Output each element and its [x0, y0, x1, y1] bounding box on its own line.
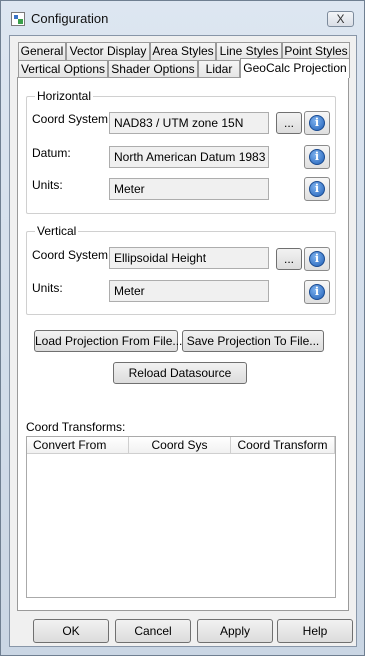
horizontal-units-label: Units: — [32, 178, 63, 192]
vertical-coord-system-info-button[interactable]: i — [304, 247, 330, 271]
coord-transforms-label: Coord Transforms: — [26, 420, 126, 434]
datum-info-button[interactable]: i — [304, 145, 330, 169]
apply-button[interactable]: Apply — [197, 619, 273, 643]
column-header-convert-from[interactable]: Convert From — [27, 437, 129, 454]
help-button[interactable]: Help — [277, 619, 353, 643]
cancel-button[interactable]: Cancel — [115, 619, 191, 643]
horizontal-coord-system-label: Coord System: — [32, 112, 112, 126]
datum-field[interactable]: North American Datum 1983 — [109, 146, 269, 168]
configuration-window: Configuration X General Vector Display A… — [0, 0, 365, 656]
info-icon: i — [309, 149, 325, 165]
vertical-coord-system-browse-button[interactable]: ... — [276, 248, 302, 270]
tab-lidar[interactable]: Lidar — [198, 60, 240, 78]
info-icon: i — [309, 251, 325, 267]
datum-label: Datum: — [32, 146, 71, 160]
vertical-coord-system-field[interactable]: Ellipsoidal Height — [109, 247, 269, 269]
info-icon: i — [309, 284, 325, 300]
horizontal-units-field[interactable]: Meter — [109, 178, 269, 200]
tab-vertical-options[interactable]: Vertical Options — [18, 60, 108, 78]
title-bar[interactable]: Configuration X — [1, 1, 364, 35]
reload-datasource-button[interactable]: Reload Datasource — [113, 362, 247, 384]
horizontal-coord-system-field[interactable]: NAD83 / UTM zone 15N — [109, 112, 269, 134]
info-icon: i — [309, 115, 325, 131]
load-projection-button[interactable]: Load Projection From File... — [34, 330, 182, 352]
tab-vector-display[interactable]: Vector Display — [66, 42, 150, 60]
vertical-group: Vertical — [26, 224, 336, 315]
ok-button[interactable]: OK — [33, 619, 109, 643]
tab-shader-options[interactable]: Shader Options — [108, 60, 198, 78]
tab-area-styles[interactable]: Area Styles — [150, 42, 216, 60]
column-header-coord-transform[interactable]: Coord Transform — [231, 437, 335, 454]
column-header-coord-sys[interactable]: Coord Sys — [129, 437, 231, 454]
info-icon: i — [309, 181, 325, 197]
tab-geocalc-projection[interactable]: GeoCalc Projection — [240, 58, 350, 78]
horizontal-coord-system-browse-button[interactable]: ... — [276, 112, 302, 134]
vertical-units-info-button[interactable]: i — [304, 280, 330, 304]
tab-general[interactable]: General — [18, 42, 66, 60]
geocalc-projection-panel: Horizontal Coord System: NAD83 / UTM zon… — [17, 77, 349, 611]
horizontal-coord-system-info-button[interactable]: i — [304, 111, 330, 135]
vertical-units-field[interactable]: Meter — [109, 280, 269, 302]
save-projection-button[interactable]: Save Projection To File... — [182, 330, 324, 352]
app-icon — [11, 12, 25, 26]
horizontal-group-title: Horizontal — [35, 89, 94, 103]
close-button[interactable]: X — [327, 11, 354, 27]
coord-transforms-table[interactable]: Convert From Coord Sys Coord Transform — [26, 436, 336, 598]
horizontal-units-info-button[interactable]: i — [304, 177, 330, 201]
vertical-coord-system-label: Coord System: — [32, 248, 112, 262]
window-title: Configuration — [31, 11, 109, 26]
vertical-group-title: Vertical — [35, 224, 79, 238]
vertical-units-label: Units: — [32, 281, 63, 295]
